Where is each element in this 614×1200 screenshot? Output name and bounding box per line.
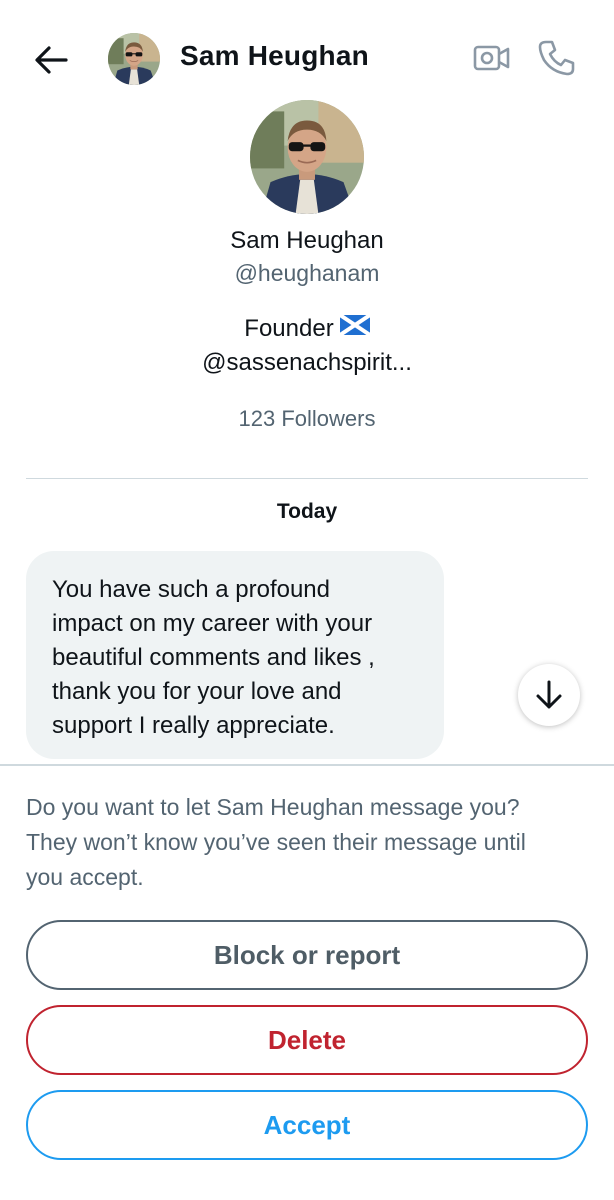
header-name[interactable]: Sam Heughan <box>180 40 369 72</box>
profile-handle[interactable]: @heughanam <box>0 258 614 288</box>
accept-button[interactable]: Accept <box>26 1090 588 1160</box>
profile-summary: Sam Heughan @heughanam Founder @sassenac… <box>0 100 614 432</box>
video-call-icon[interactable] <box>472 40 512 76</box>
scroll-to-bottom-button[interactable] <box>518 664 580 726</box>
prompt-line: you accept. <box>26 864 144 890</box>
message-bubble[interactable]: You have such a profound impact on my ca… <box>26 551 444 759</box>
message-line: beautiful comments and likes , <box>52 644 375 671</box>
message-line: thank you for your love and <box>52 678 342 705</box>
followers-count: 123 Followers <box>238 406 376 431</box>
date-separator: Today <box>276 500 338 523</box>
arrow-down-icon <box>536 680 562 709</box>
message-line: support I really appreciate. <box>52 712 335 739</box>
bio-line-1: Founder <box>244 315 334 342</box>
message-line: impact on my career with your <box>52 610 373 637</box>
profile-bio: Founder @sassenachspirit... <box>0 312 614 380</box>
bio-line-2[interactable]: @sassenachspirit... <box>0 346 614 380</box>
scotland-flag-icon <box>338 311 371 345</box>
divider <box>26 478 588 479</box>
panel-divider <box>0 764 614 766</box>
profile-avatar[interactable] <box>250 100 364 214</box>
prompt-line: Do you want to let Sam Heughan message y… <box>26 794 520 820</box>
avatar[interactable] <box>108 33 160 85</box>
back-arrow-icon[interactable] <box>30 40 72 80</box>
message-request-prompt: Do you want to let Sam Heughan message y… <box>26 790 596 895</box>
phone-icon[interactable] <box>536 38 576 78</box>
delete-button[interactable]: Delete <box>26 1005 588 1075</box>
message-line: You have such a profound <box>52 576 331 603</box>
block-or-report-button[interactable]: Block or report <box>26 920 588 990</box>
prompt-line: They won’t know you’ve seen their messag… <box>26 829 526 855</box>
profile-name: Sam Heughan <box>230 227 384 254</box>
